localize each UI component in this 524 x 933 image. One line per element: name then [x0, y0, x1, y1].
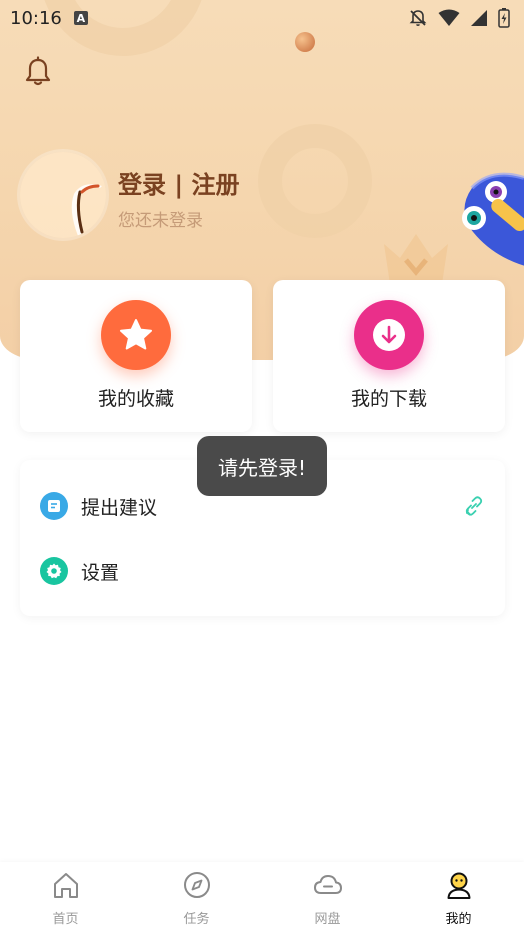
tab-mine[interactable]: 我的 [393, 862, 524, 933]
menu-item-settings[interactable]: 设置 [20, 546, 505, 596]
downloads-card[interactable]: 我的下载 [273, 280, 505, 432]
gear-icon [46, 563, 62, 579]
crown-decoration [384, 234, 448, 284]
tab-home[interactable]: 首页 [0, 862, 131, 933]
bell-icon[interactable] [22, 56, 54, 88]
tab-mine-label: 我的 [445, 912, 472, 927]
downloads-circle [354, 300, 424, 370]
tab-cloud-drive-label: 网盘 [314, 912, 341, 927]
decorative-ring-middle [258, 124, 372, 238]
status-bar: 10:16 A [0, 0, 524, 36]
tab-tasks[interactable]: 任务 [131, 862, 262, 933]
cloud-icon [313, 875, 342, 894]
star-icon [120, 319, 152, 350]
battery-charging-icon [498, 8, 510, 28]
feedback-label: 提出建议 [81, 496, 158, 519]
settings-label: 设置 [81, 561, 120, 584]
downloads-label: 我的下载 [350, 388, 427, 410]
note-icon [48, 500, 60, 512]
wifi-icon [438, 9, 460, 26]
favorites-circle [101, 300, 171, 370]
user-icon [447, 872, 470, 899]
tab-home-label: 首页 [52, 912, 79, 927]
login-status-text: 您还未登录 [118, 211, 203, 231]
mascot-decoration [462, 172, 524, 266]
bottom-tab-bar: 首页 任务 网盘 我的 [0, 862, 524, 933]
login-register-link[interactable]: 登录 | 注册 [118, 165, 239, 200]
link-icon[interactable] [463, 495, 485, 517]
cell-signal-icon [471, 10, 487, 26]
feedback-icon-circle [40, 492, 68, 520]
favorites-label: 我的收藏 [97, 388, 174, 410]
status-time: 10:16 [10, 7, 62, 29]
settings-icon-circle [40, 557, 68, 585]
avatar[interactable] [20, 152, 106, 238]
compass-icon [183, 872, 210, 898]
tab-cloud-drive[interactable]: 网盘 [262, 862, 393, 933]
home-icon [53, 873, 78, 898]
feather-avatar-icon [71, 184, 102, 236]
tab-tasks-label: 任务 [183, 912, 210, 927]
favorites-card[interactable]: 我的收藏 [20, 280, 252, 432]
notifications-off-icon [409, 10, 427, 26]
notification-a-icon: A [73, 11, 88, 25]
toast-message: 请先登录! [197, 436, 327, 496]
download-icon [373, 319, 405, 351]
